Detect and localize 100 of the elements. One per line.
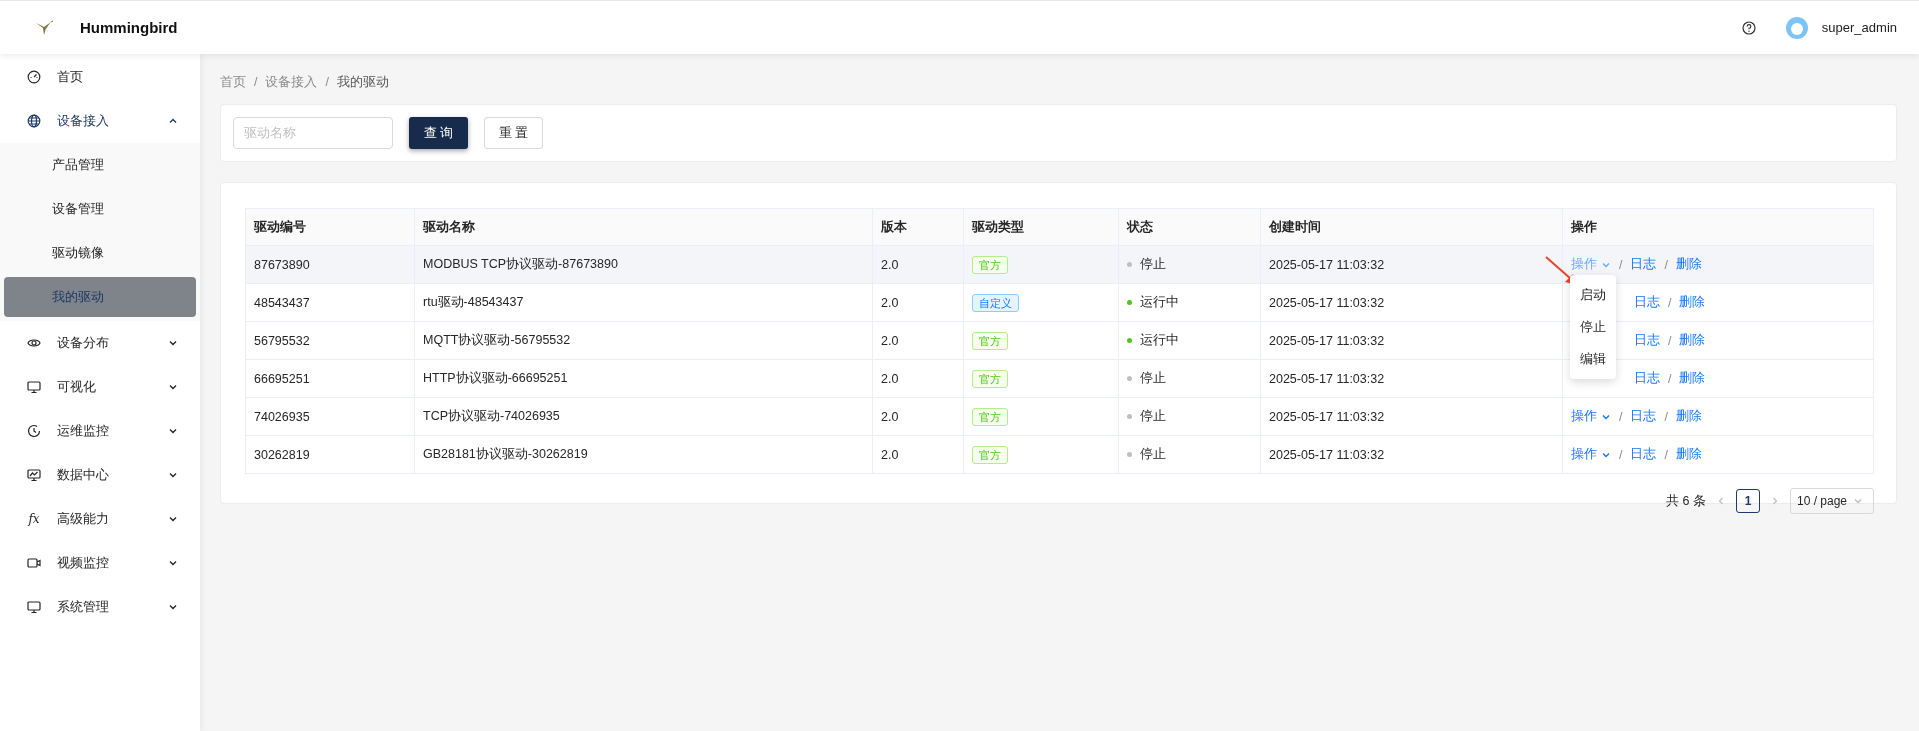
type-tag: 官方 (972, 369, 1008, 388)
search-field[interactable]: 驱动名称 (233, 117, 393, 149)
chevron-down-icon (168, 426, 178, 436)
reset-button[interactable]: 重 置 (484, 117, 543, 149)
submenu-item[interactable]: 驱动镜像 (0, 231, 200, 275)
chevron-down-icon (168, 514, 178, 524)
type-tag: 官方 (972, 331, 1008, 350)
sidebar-item[interactable]: 首页 (0, 55, 200, 99)
actions-dropdown[interactable]: 操作 (1571, 408, 1611, 425)
help-icon[interactable] (1741, 20, 1756, 35)
table-cell: MODBUS TCP协议驱动-87673890 (414, 245, 873, 284)
table-cell: 2.0 (872, 283, 964, 322)
type-tag: 官方 (972, 407, 1008, 426)
function-icon: fx (27, 512, 41, 526)
chevron-down-icon (168, 602, 178, 612)
monitor-icon (27, 600, 41, 614)
separator: / (1668, 333, 1672, 348)
sidebar-item[interactable]: 运维监控 (0, 409, 200, 453)
table-cell: 2025-05-17 11:03:32 (1260, 245, 1563, 284)
delete-link[interactable]: 删除 (1679, 294, 1706, 311)
status-text: 停止 (1140, 257, 1166, 271)
page-size-select[interactable]: 10 / page (1790, 488, 1874, 514)
delete-link[interactable]: 删除 (1675, 408, 1702, 425)
clock-icon (27, 424, 41, 438)
actions-dropdown[interactable]: 操作 (1571, 446, 1611, 463)
total-count: 共 6 条 (1666, 492, 1706, 510)
column-header: 驱动编号 (245, 208, 415, 246)
video-camera-icon (27, 556, 41, 570)
table-cell: rtu驱动-48543437 (414, 283, 873, 322)
submenu-item[interactable]: 产品管理 (0, 143, 200, 187)
log-link[interactable]: 日志 (1630, 256, 1657, 273)
status-text: 停止 (1140, 371, 1166, 385)
table-cell: TCP协议驱动-74026935 (414, 397, 873, 436)
sidebar-item[interactable]: 视频监控 (0, 541, 200, 585)
sidebar-item[interactable]: 可视化 (0, 365, 200, 409)
submenu-item[interactable]: 设备管理 (0, 187, 200, 231)
status-text: 停止 (1140, 447, 1166, 461)
breadcrumb-item: 我的驱动 (336, 73, 389, 91)
sidebar-item[interactable]: 系统管理 (0, 585, 200, 629)
sidebar-item[interactable]: 数据中心 (0, 453, 200, 497)
status-text: 停止 (1140, 409, 1166, 423)
table-cell: 48543437 (245, 283, 415, 322)
delete-link[interactable]: 删除 (1675, 446, 1702, 463)
column-header: 版本 (872, 208, 964, 246)
user-name[interactable]: super_admin (1821, 20, 1897, 35)
table-cell: 2025-05-17 11:03:32 (1260, 283, 1563, 322)
chevron-down-icon (168, 382, 178, 392)
globe-icon (27, 114, 41, 128)
avatar[interactable] (1785, 16, 1808, 39)
previous-page-icon[interactable] (1716, 496, 1726, 506)
menu-item[interactable]: 启动 (1570, 279, 1616, 311)
table-cell: 2025-05-17 11:03:32 (1260, 321, 1563, 360)
log-link[interactable]: 日志 (1630, 446, 1657, 463)
chevron-down-icon (168, 558, 178, 568)
table-cell: 2.0 (872, 397, 964, 436)
log-link[interactable]: 日志 (1634, 294, 1660, 311)
table-cell: MQTT协议驱动-56795532 (414, 321, 873, 360)
menu-item[interactable]: 停止 (1570, 311, 1616, 343)
table-cell: HTTP协议驱动-66695251 (414, 359, 873, 398)
eye-icon (27, 336, 41, 350)
column-header: 驱动类型 (963, 208, 1119, 246)
separator: / (1668, 295, 1672, 310)
sidebar-item[interactable]: 设备接入 (0, 99, 200, 143)
table-cell: 66695251 (245, 359, 415, 398)
column-header: 驱动名称 (414, 208, 873, 246)
log-link[interactable]: 日志 (1634, 332, 1660, 349)
separator: / (1619, 257, 1623, 272)
status-text: 运行中 (1140, 333, 1179, 347)
type-tag: 官方 (972, 445, 1008, 464)
table-cell: 2.0 (872, 435, 964, 474)
search-button[interactable]: 查 询 (409, 117, 468, 149)
delete-link[interactable]: 删除 (1675, 256, 1702, 273)
table-cell: 2025-05-17 11:03:32 (1260, 359, 1563, 398)
sidebar-item[interactable]: fx 高级能力 (0, 497, 200, 541)
table-cell: 56795532 (245, 321, 415, 360)
page-button[interactable]: 1 (1736, 489, 1760, 513)
table-cell: GB28181协议驱动-30262819 (414, 435, 873, 474)
chart-icon (27, 468, 41, 482)
log-link[interactable]: 日志 (1634, 370, 1660, 387)
delete-link[interactable]: 删除 (1679, 332, 1706, 349)
column-header: 操作 (1562, 208, 1874, 246)
chevron-down-icon (168, 338, 178, 348)
status-text: 运行中 (1140, 295, 1179, 309)
sidebar-item[interactable]: 设备分布 (0, 321, 200, 365)
separator: / (1619, 447, 1623, 462)
log-link[interactable]: 日志 (1630, 408, 1657, 425)
table-cell: 2.0 (872, 359, 964, 398)
table-cell: 2.0 (872, 321, 964, 360)
type-tag: 官方 (972, 255, 1008, 274)
next-page-icon[interactable] (1770, 496, 1780, 506)
table-cell: 74026935 (245, 397, 415, 436)
separator: / (1664, 409, 1668, 424)
delete-link[interactable]: 删除 (1679, 370, 1706, 387)
separator: / (1668, 371, 1672, 386)
chevron-down-icon (168, 470, 178, 480)
breadcrumb-separator: / (254, 75, 258, 89)
menu-item[interactable]: 编辑 (1570, 343, 1616, 375)
app-title: Hummingbird (80, 19, 178, 36)
column-header: 状态 (1118, 208, 1261, 246)
separator: / (1664, 447, 1668, 462)
